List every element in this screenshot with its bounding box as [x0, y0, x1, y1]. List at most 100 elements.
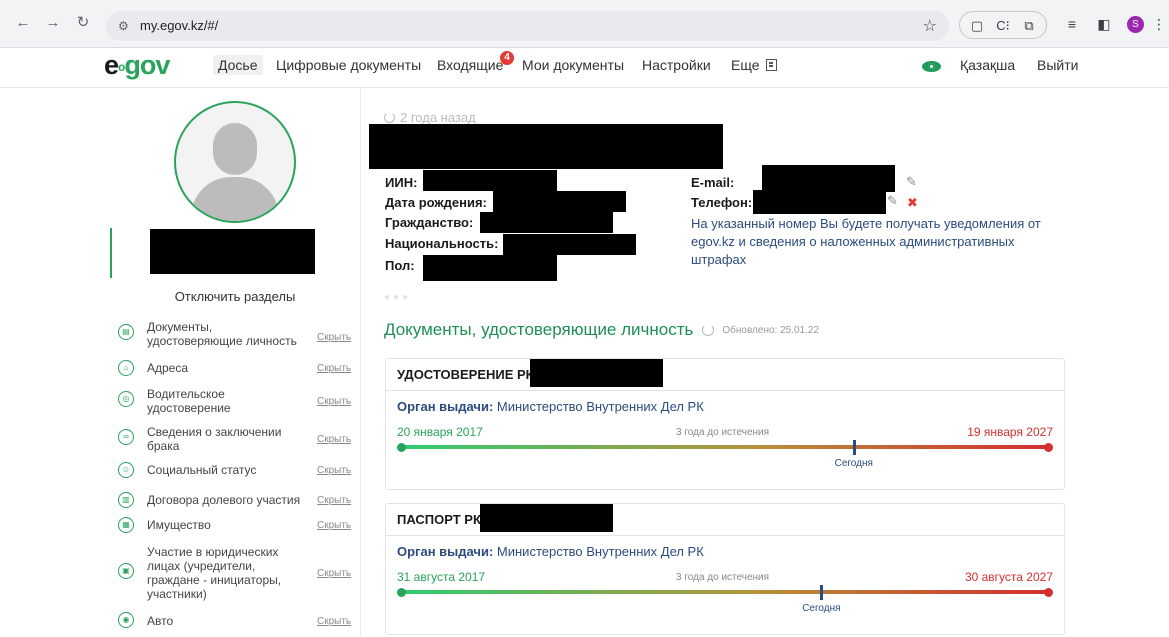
- issue-date: 31 августа 2017: [397, 570, 486, 584]
- address-bar[interactable]: ⚙ my.egov.kz/#/ ☆: [106, 11, 949, 41]
- menu-inbox[interactable]: Входящие: [437, 57, 503, 73]
- hide-link[interactable]: Скрыть: [317, 434, 351, 445]
- profile-updated-ago: 2 года назад: [384, 110, 476, 125]
- time-left: 3 года до истечения: [676, 572, 770, 583]
- menu-dossier[interactable]: Досье: [213, 55, 263, 75]
- phone-notice: На указанный номер Вы будете получать ув…: [691, 216, 1041, 267]
- issue-date: 20 января 2017: [397, 425, 483, 439]
- hide-link[interactable]: Скрыть: [317, 332, 351, 343]
- extensions-puzzle-icon[interactable]: ⧉: [1020, 17, 1038, 35]
- redacted-nationality: [503, 234, 636, 255]
- redacted-phone: [753, 190, 886, 214]
- forward-arrow-icon[interactable]: →: [44, 14, 62, 32]
- user-avatar: [174, 101, 296, 223]
- doc-card-header: УДОСТОВЕРЕНИЕ РК: [386, 359, 1064, 391]
- redacted-user-name: [150, 229, 315, 274]
- sidebar-item-label: Имущество: [147, 518, 211, 532]
- hide-link[interactable]: Скрыть: [317, 363, 351, 374]
- expiry-date: 30 августа 2027: [964, 570, 1053, 584]
- birth-date-label: Дата рождения:: [385, 195, 487, 210]
- steering-wheel-icon: ◎: [118, 391, 134, 407]
- start-dot: [397, 443, 406, 452]
- issuer-name: Министерство Внутренних Дел РК: [496, 399, 704, 414]
- legal-entity-icon: ▣: [118, 563, 134, 579]
- home-icon: ⌂: [118, 360, 134, 376]
- expiry-date: 19 января 2027: [967, 425, 1053, 439]
- today-marker: [820, 585, 824, 600]
- end-dot: [1044, 443, 1053, 452]
- today-label: Сегодня: [834, 458, 873, 469]
- section-title-text: Документы, удостоверяющие личность: [384, 320, 694, 339]
- edit-phone-pencil-icon[interactable]: ✎: [887, 193, 898, 209]
- redacted-full-name: [369, 124, 723, 169]
- extensions-group: ▢ C⁝ ⧉: [959, 11, 1047, 39]
- doc-card-title: УДОСТОВЕРЕНИЕ РК: [397, 367, 534, 382]
- logo-gov: gov: [124, 50, 170, 80]
- menu-more[interactable]: Еще: [731, 57, 777, 73]
- email-label: E-mail:: [691, 175, 735, 190]
- extension-ci-icon[interactable]: C⁝: [994, 17, 1012, 35]
- start-dot: [397, 588, 406, 597]
- doc-card-id: УДОСТОВЕРЕНИЕ РК Орган выдачи: Министерс…: [385, 358, 1065, 490]
- today-marker: [852, 440, 856, 455]
- side-panel-icon[interactable]: ◧: [1095, 15, 1113, 33]
- redacted-doc-number: [480, 504, 613, 532]
- sidebar-item-label: Авто: [147, 614, 174, 628]
- reading-list-icon[interactable]: ≡: [1063, 15, 1081, 33]
- menu-more-label: Еще: [731, 57, 760, 73]
- updated-ago-text: 2 года назад: [400, 110, 476, 125]
- nationality-label: Национальность:: [385, 236, 499, 251]
- section-updated-text: Обновлено: 25.01.22: [722, 325, 820, 336]
- eye-icon[interactable]: [922, 61, 941, 72]
- sidebar-item-label: Договора долевого участия: [147, 493, 301, 507]
- today-label: Сегодня: [802, 603, 841, 614]
- validity-track: [400, 590, 1048, 594]
- more-list-icon: [765, 59, 777, 71]
- logout-link[interactable]: Выйти: [1037, 57, 1078, 73]
- url-text[interactable]: my.egov.kz/#/: [140, 18, 218, 33]
- validity-track: [400, 445, 1048, 449]
- inbox-count-badge: 4: [500, 51, 514, 65]
- issuer-line: Орган выдачи: Министерство Внутренних Де…: [397, 399, 704, 414]
- doc-card-passport: ПАСПОРТ РК Орган выдачи: Министерство Вн…: [385, 503, 1065, 635]
- site-info-icon[interactable]: ⚙: [118, 17, 134, 35]
- sidebar-item-label: Участие в юридических лицах (учредители,…: [147, 545, 282, 601]
- doc-card-title: ПАСПОРТ РК: [397, 512, 481, 527]
- hide-link[interactable]: Скрыть: [317, 396, 351, 407]
- issuer-line: Орган выдачи: Министерство Внутренних Де…: [397, 544, 704, 559]
- redacted-doc-number: [530, 359, 663, 387]
- toggle-sections-link[interactable]: Отключить разделы: [100, 289, 370, 304]
- issuer-label: Орган выдачи:: [397, 399, 494, 414]
- contract-icon: ▥: [118, 492, 134, 508]
- delete-phone-icon[interactable]: ✖: [907, 195, 918, 211]
- hide-link[interactable]: Скрыть: [317, 616, 351, 627]
- menu-settings[interactable]: Настройки: [642, 57, 711, 73]
- bookmark-star-icon[interactable]: ☆: [923, 16, 937, 36]
- hide-link[interactable]: Скрыть: [317, 568, 351, 579]
- language-switch[interactable]: Қазақша: [960, 57, 1015, 73]
- edit-email-pencil-icon[interactable]: ✎: [906, 174, 917, 190]
- hide-link[interactable]: Скрыть: [317, 520, 351, 531]
- sidebar-item-label: Адреса: [147, 361, 189, 375]
- redacted-gender: [423, 255, 557, 281]
- extension-square-icon[interactable]: ▢: [968, 17, 986, 35]
- phone-label: Телефон:: [691, 195, 753, 210]
- redacted-iin: [423, 170, 557, 191]
- refresh-icon[interactable]: [384, 112, 395, 123]
- browser-menu-icon[interactable]: ⋮: [1150, 15, 1168, 33]
- gender-label: Пол:: [385, 258, 415, 273]
- avatar-body: [191, 177, 279, 221]
- section-refresh-icon[interactable]: [702, 324, 715, 336]
- menu-digital-documents[interactable]: Цифровые документы: [276, 57, 421, 73]
- loading-dots: ●●●: [384, 292, 412, 303]
- site-header: eogov Досье Цифровые документы Входящие …: [0, 48, 1169, 88]
- back-arrow-icon[interactable]: ←: [14, 14, 32, 32]
- menu-my-documents[interactable]: Мои документы: [522, 57, 624, 73]
- egov-logo[interactable]: eogov: [104, 50, 170, 81]
- reload-icon[interactable]: ↻: [74, 14, 92, 32]
- hide-link[interactable]: Скрыть: [317, 495, 351, 506]
- profile-avatar[interactable]: S: [1127, 16, 1144, 33]
- active-indicator: [110, 228, 112, 278]
- time-left: 3 года до истечения: [676, 427, 770, 438]
- hide-link[interactable]: Скрыть: [317, 465, 351, 476]
